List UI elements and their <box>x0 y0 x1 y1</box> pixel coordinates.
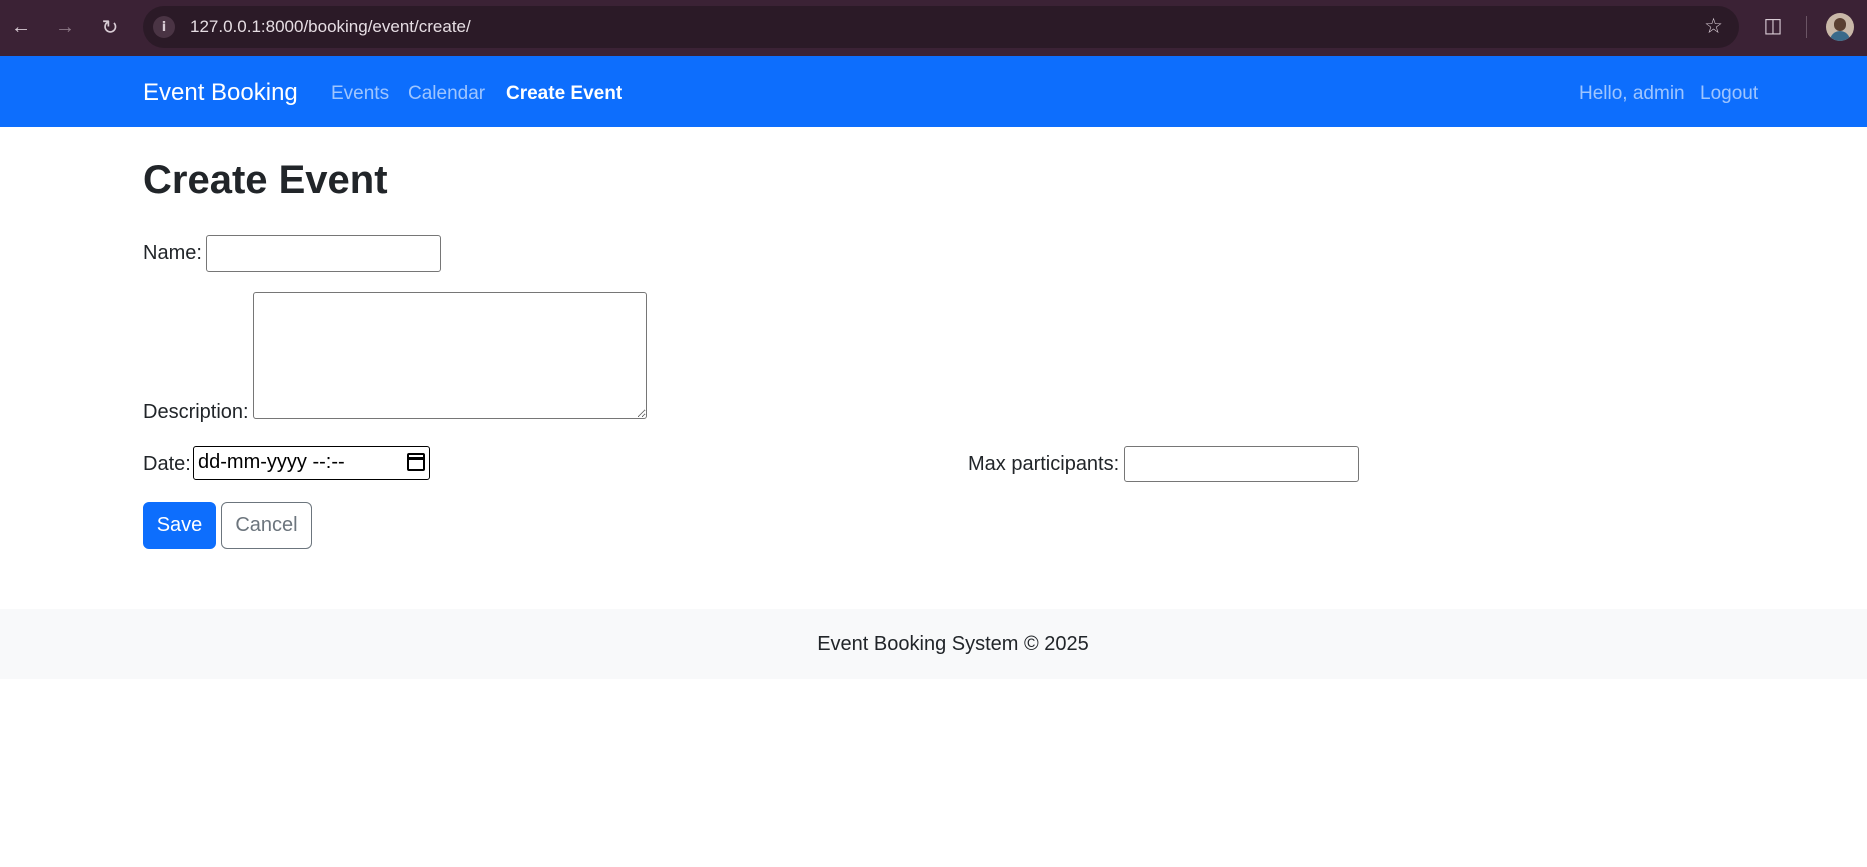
site-info-icon[interactable]: i <box>153 16 175 38</box>
cancel-button[interactable]: Cancel <box>221 502 312 549</box>
navbar: Event Booking Events Calendar Create Eve… <box>0 56 1867 127</box>
toolbar-divider <box>1806 16 1807 38</box>
back-icon[interactable]: ← <box>6 12 36 42</box>
nav-link-events[interactable]: Events <box>331 83 389 105</box>
nav-link-calendar[interactable]: Calendar <box>408 83 485 105</box>
name-label: Name: <box>143 242 202 264</box>
extensions-icon[interactable]: ◫ <box>1760 13 1786 39</box>
page-title: Create Event <box>143 158 388 202</box>
profile-avatar[interactable] <box>1826 13 1854 41</box>
nav-link-create-event[interactable]: Create Event <box>506 83 622 105</box>
footer: Event Booking System © 2025 <box>0 609 1867 679</box>
navbar-brand[interactable]: Event Booking <box>143 79 298 107</box>
user-greeting: Hello, admin <box>1579 83 1685 104</box>
max-participants-input[interactable] <box>1124 446 1359 482</box>
reload-icon[interactable]: ↻ <box>95 12 125 42</box>
save-button[interactable]: Save <box>143 502 216 549</box>
date-input-value: dd-mm-yyyy --:-- <box>198 451 345 473</box>
date-input[interactable]: dd-mm-yyyy --:-- <box>193 446 430 480</box>
name-input[interactable] <box>206 235 441 272</box>
address-bar[interactable]: i 127.0.0.1:8000/booking/event/create/ ☆ <box>143 6 1739 48</box>
logout-link[interactable]: Logout <box>1700 83 1758 105</box>
max-participants-label: Max participants: <box>968 453 1120 475</box>
browser-toolbar: ← → ↻ i 127.0.0.1:8000/booking/event/cre… <box>0 0 1867 56</box>
address-url[interactable]: 127.0.0.1:8000/booking/event/create/ <box>190 17 471 37</box>
calendar-icon[interactable] <box>407 453 425 471</box>
description-label: Description: <box>143 401 249 423</box>
bookmark-star-icon[interactable]: ☆ <box>1704 14 1723 39</box>
date-label: Date: <box>143 453 191 475</box>
description-textarea[interactable] <box>253 292 647 419</box>
footer-text: Event Booking System © 2025 <box>817 633 1089 655</box>
forward-icon[interactable]: → <box>50 12 80 42</box>
